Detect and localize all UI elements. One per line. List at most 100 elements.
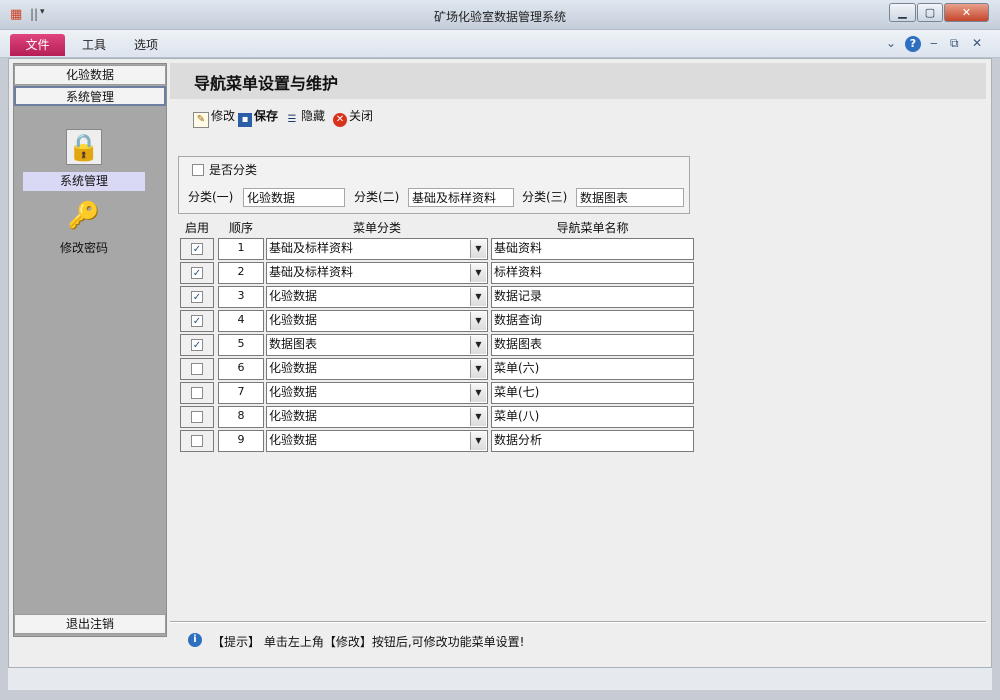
row-category-value: 化验数据 [269,409,318,423]
row-order-cell: 2 [218,262,264,284]
category-1-label: 分类(一) [188,190,234,204]
row-enabled-cell: ✓ [180,238,214,260]
ribbon-collapse-icon[interactable]: ⌄ [886,36,896,50]
row-order-cell: 1 [218,238,264,260]
row-menu-name-input[interactable]: 数据分析 [491,430,694,452]
row-order-cell: 9 [218,430,264,452]
row-menu-name-input[interactable]: 数据图表 [491,334,694,356]
dropdown-arrow-icon[interactable]: ▼ [470,432,486,450]
row-order-cell: 4 [218,310,264,332]
row-order-cell: 7 [218,382,264,404]
category-2-label: 分类(二) [354,190,400,204]
row-enabled-checkbox[interactable]: ✓ [191,315,203,327]
dropdown-arrow-icon[interactable]: ▼ [470,336,486,354]
row-category-value: 化验数据 [269,313,318,327]
ribbon-bar: 文件 工具 选项 ⌄ ? ‒ ⧉ ✕ [0,30,1000,58]
nav-section-lab-data[interactable]: 化验数据 [14,65,166,85]
category-2-input[interactable] [408,188,514,207]
row-menu-name-input[interactable]: 数据记录 [491,286,694,308]
dropdown-arrow-icon[interactable]: ▼ [470,312,486,330]
save-button[interactable]: ▪ 保存 [238,107,278,127]
col-header-enabled: 启用 [184,221,209,235]
classify-checkbox[interactable] [192,164,204,176]
row-category-select[interactable]: 化验数据 ▼ [266,430,488,452]
row-category-value: 化验数据 [269,385,318,399]
key-icon[interactable]: 🔑 [67,198,101,232]
row-enabled-cell [180,406,214,428]
row-enabled-cell: ✓ [180,334,214,356]
row-enabled-checkbox[interactable] [191,387,203,399]
close-window-button[interactable]: ✕ [944,3,989,22]
row-order-cell: 5 [218,334,264,356]
row-enabled-cell: ✓ [180,286,214,308]
row-enabled-checkbox[interactable]: ✓ [191,291,203,303]
lock-icon[interactable]: 🔒 [66,129,102,165]
hide-button[interactable]: ☰ 隐藏 [285,107,326,125]
dropdown-arrow-icon[interactable]: ▼ [470,384,486,402]
edit-button[interactable]: ✎ 修改 [193,107,235,128]
tab-file[interactable]: 文件 [10,34,65,56]
status-divider [170,621,986,623]
dropdown-arrow-icon[interactable]: ▼ [470,408,486,426]
row-category-value: 化验数据 [269,289,318,303]
dropdown-arrow-icon[interactable]: ▼ [470,240,486,258]
logout-button[interactable]: 退出注销 [14,614,166,634]
row-menu-name-input[interactable]: 数据查询 [491,310,694,332]
dropdown-arrow-icon[interactable]: ▼ [470,360,486,378]
row-category-select[interactable]: 化验数据 ▼ [266,406,488,428]
row-enabled-cell: ✓ [180,310,214,332]
category-3-input[interactable] [576,188,684,207]
row-menu-name-input[interactable]: 基础资料 [491,238,694,260]
maximize-button[interactable]: ▢ [917,3,943,22]
row-category-select[interactable]: 化验数据 ▼ [266,310,488,332]
save-icon: ▪ [238,113,252,127]
row-enabled-cell [180,430,214,452]
row-enabled-checkbox[interactable]: ✓ [191,267,203,279]
nav-section-system[interactable]: 系统管理 [14,86,166,106]
row-enabled-checkbox[interactable] [191,411,203,423]
category-3-label: 分类(三) [522,190,568,204]
page-title: 导航菜单设置与维护 [194,74,339,93]
row-menu-name-input[interactable]: 菜单(七) [491,382,694,404]
doc-close-icon[interactable]: ✕ [972,36,982,50]
tab-tools[interactable]: 工具 [76,34,112,56]
row-category-select[interactable]: 基础及标样资料 ▼ [266,262,488,284]
row-menu-name-input[interactable]: 菜单(八) [491,406,694,428]
doc-restore-icon[interactable]: ⧉ [950,36,959,51]
row-order-cell: 3 [218,286,264,308]
row-category-select[interactable]: 化验数据 ▼ [266,358,488,380]
row-enabled-cell [180,358,214,380]
row-order-cell: 8 [218,406,264,428]
category-1-input[interactable] [243,188,345,207]
row-enabled-checkbox[interactable] [191,435,203,447]
dropdown-arrow-icon[interactable]: ▼ [470,264,486,282]
col-header-menu-name: 导航菜单名称 [556,221,629,235]
close-button[interactable]: ✕ 关闭 [333,107,373,127]
minimize-button[interactable]: ▁ [889,3,916,22]
help-icon[interactable]: ? [905,36,921,52]
window-title: 矿场化验室数据管理系统 [433,10,566,24]
status-hint: 【提示】 单击左上角【修改】按钮后,可修改功能菜单设置! [212,635,525,649]
nav-item-system-management[interactable]: 系统管理 [23,172,145,191]
dropdown-arrow-icon[interactable]: ▼ [470,288,486,306]
hide-icon: ☰ [287,114,297,125]
row-category-select[interactable]: 化验数据 ▼ [266,382,488,404]
row-category-value: 化验数据 [269,361,318,375]
row-order-cell: 6 [218,358,264,380]
row-category-select[interactable]: 基础及标样资料 ▼ [266,238,488,260]
row-enabled-checkbox[interactable]: ✓ [191,243,203,255]
doc-minimize-icon[interactable]: ‒ [930,36,938,50]
row-category-select[interactable]: 化验数据 ▼ [266,286,488,308]
nav-item-change-password[interactable]: 修改密码 [23,239,145,257]
col-header-category: 菜单分类 [352,221,401,235]
row-menu-name-input[interactable]: 菜单(六) [491,358,694,380]
bottom-strip [8,668,992,690]
row-menu-name-input[interactable]: 标样资料 [491,262,694,284]
classify-label: 是否分类 [209,163,258,177]
row-category-select[interactable]: 数据图表 ▼ [266,334,488,356]
col-header-order: 顺序 [228,221,253,235]
row-enabled-checkbox[interactable] [191,363,203,375]
row-enabled-checkbox[interactable]: ✓ [191,339,203,351]
tab-options[interactable]: 选项 [128,34,164,56]
title-bar: ▦ || ▾ 矿场化验室数据管理系统 ▁ ▢ ✕ [0,0,1000,30]
